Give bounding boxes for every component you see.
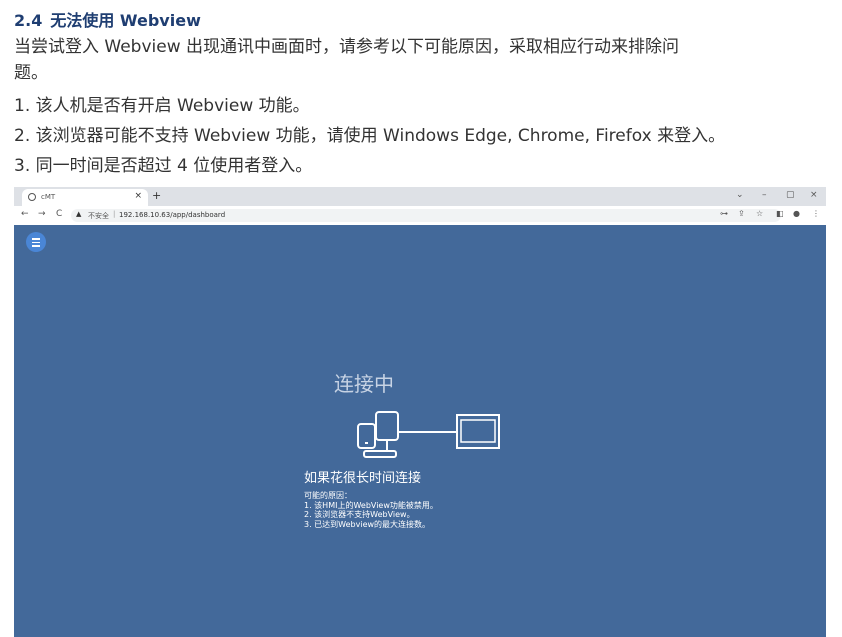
webview-app: 连接中 如果花很长时间连接 可能的原因： 1. 该HMI上的WebView功能被… — [14, 225, 826, 637]
reason-item: 1. 该HMI上的WebView功能被禁用。 — [304, 500, 438, 510]
tab-favicon-icon — [28, 193, 36, 201]
list-item: 2. 该浏览器可能不支持 Webview 功能，请使用 Windows Edge… — [14, 126, 726, 146]
share-icon[interactable]: ⇪ — [738, 209, 745, 218]
close-window-icon[interactable]: × — [810, 190, 818, 200]
url-separator: | — [113, 210, 116, 218]
tab-strip: cMT × + ⌄ – ▢ × — [14, 187, 826, 206]
reasons-title: 可能的原因： — [304, 491, 352, 500]
browser-screenshot: cMT × + ⌄ – ▢ × ← → C ▲ 不安全 | 192.168.10… — [14, 187, 826, 637]
intro-paragraph-line-2: 题。 — [14, 63, 48, 83]
device-connection-icon — [357, 411, 500, 458]
tab-title: cMT — [41, 193, 56, 201]
connecting-status: 连接中 — [334, 372, 394, 396]
key-icon[interactable]: ⊶ — [720, 209, 728, 218]
reason-item: 2. 该浏览器不支持WebView。 — [304, 510, 415, 519]
reload-icon[interactable]: C — [56, 209, 62, 219]
section-title: 无法使用 Webview — [50, 11, 201, 30]
minimize-icon[interactable]: – — [762, 190, 767, 200]
list-item: 3. 同一时间是否超过 4 位使用者登入。 — [14, 156, 313, 176]
browser-toolbar: ← → C ▲ 不安全 | 192.168.10.63/app/dashboar… — [14, 206, 826, 225]
reason-item: 3. 已达到Webview的最大连接数。 — [304, 519, 431, 529]
more-icon[interactable]: ⋮ — [812, 209, 820, 218]
section-number: 2.4 — [14, 11, 43, 30]
list-item: 1. 该人机是否有开启 Webview 功能。 — [14, 96, 310, 116]
address-bar[interactable]: ▲ 不安全 | 192.168.10.63/app/dashboard — [71, 209, 781, 222]
security-label: 不安全 — [88, 212, 109, 220]
profile-icon[interactable]: ● — [793, 209, 800, 218]
url-text[interactable]: 192.168.10.63/app/dashboard — [119, 211, 225, 219]
sidepanel-icon[interactable]: ◧ — [776, 209, 784, 218]
back-icon[interactable]: ← — [21, 209, 29, 219]
possible-reasons: 可能的原因： 1. 该HMI上的WebView功能被禁用。 2. 该浏览器不支持… — [304, 491, 438, 529]
forward-icon[interactable]: → — [38, 209, 46, 219]
browser-tab[interactable]: cMT × — [22, 189, 148, 206]
new-tab-button[interactable]: + — [152, 189, 161, 202]
hamburger-menu-icon[interactable] — [26, 232, 46, 252]
tab-close-icon[interactable]: × — [134, 191, 142, 201]
warning-triangle-icon[interactable]: ▲ — [76, 210, 81, 218]
intro-paragraph-line-1: 当尝试登入 Webview 出现通讯中画面时，请参考以下可能原因，采取相应行动来… — [14, 37, 680, 57]
star-icon[interactable]: ☆ — [756, 209, 763, 218]
section-heading: 2.4 无法使用 Webview — [14, 7, 201, 31]
tab-search-icon[interactable]: ⌄ — [736, 190, 744, 200]
maximize-icon[interactable]: ▢ — [786, 190, 795, 200]
long-wait-title: 如果花很长时间连接 — [304, 471, 422, 486]
